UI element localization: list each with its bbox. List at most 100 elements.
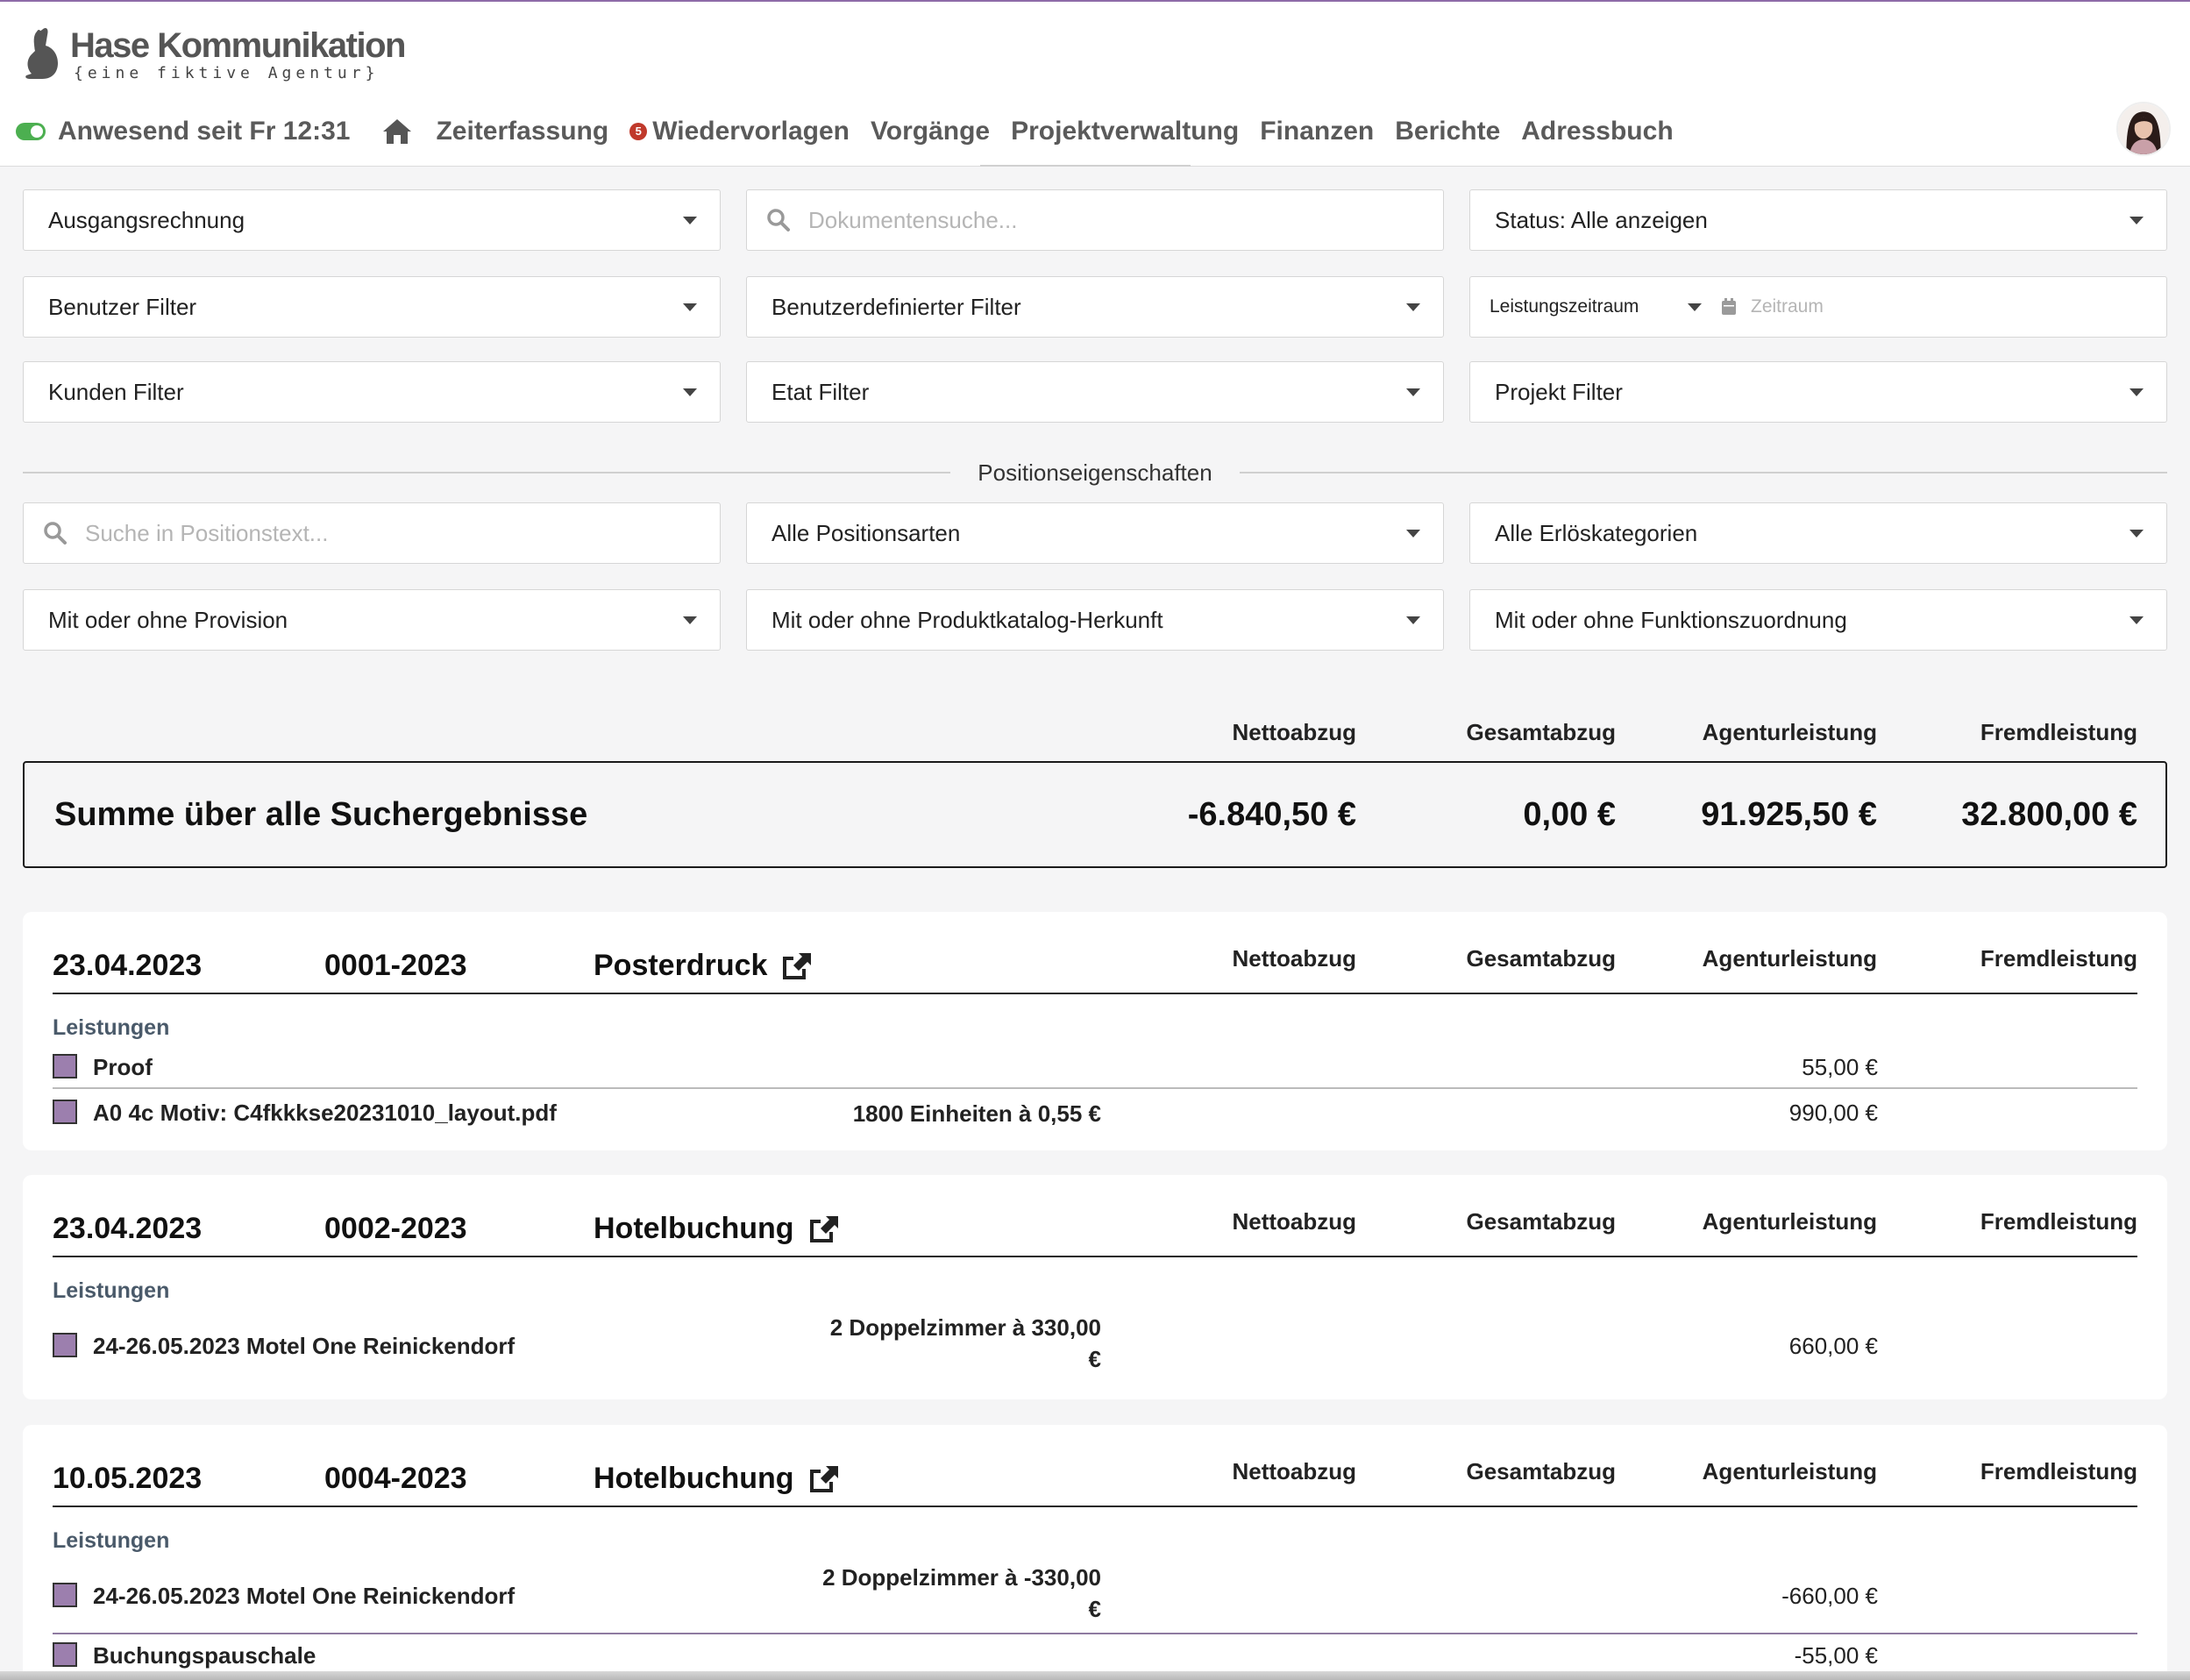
- position-agency-value: 660,00 €: [1788, 1333, 1878, 1359]
- chevron-down-icon: [1406, 388, 1420, 396]
- document-number: 0002-2023: [324, 1212, 467, 1245]
- custom-filter-value: Benutzerdefinierter Filter: [771, 293, 1021, 320]
- function-assignment-select[interactable]: Mit oder ohne Funktionszuordnung: [1469, 589, 2167, 651]
- document-title-text: Posterdruck: [594, 949, 768, 982]
- doctype-select[interactable]: Ausgangsrechnung: [23, 189, 721, 251]
- chevron-down-icon: [2130, 216, 2144, 224]
- document-search-input[interactable]: [808, 190, 1443, 250]
- col-head-fremdleistung: Fremdleistung: [1980, 719, 2137, 745]
- nav-wiedervorlagen-label: Wiedervorlagen: [652, 117, 850, 146]
- presence-toggle[interactable]: [16, 123, 46, 140]
- catalog-origin-select[interactable]: Mit oder ohne Produktkatalog-Herkunft: [746, 589, 1444, 651]
- position-quantity: 1800 Einheiten à 0,55 €: [852, 1100, 1101, 1127]
- revenue-category-value: Alle Erlöskategorien: [1495, 519, 1698, 546]
- position-text-search[interactable]: [23, 502, 721, 564]
- notification-badge: 5: [629, 123, 648, 140]
- main-nav: Anwesend seit Fr 12:31 Zeiterfassung 5 W…: [16, 110, 1695, 153]
- position-row: 24-26.05.2023 Motel One Reinickendorf 2 …: [53, 1562, 2137, 1628]
- project-filter-select[interactable]: Projekt Filter: [1469, 361, 2167, 423]
- document-search[interactable]: [746, 189, 1444, 251]
- document-title[interactable]: Hotelbuchung: [594, 1212, 840, 1246]
- revenue-category-select[interactable]: Alle Erlöskategorien: [1469, 502, 2167, 564]
- nav-zeiterfassung[interactable]: Zeiterfassung: [436, 117, 608, 146]
- nav-projektverwaltung[interactable]: Projektverwaltung: [1011, 117, 1239, 146]
- status-select[interactable]: Status: Alle anzeigen: [1469, 189, 2167, 251]
- external-link-icon[interactable]: [781, 951, 813, 981]
- chevron-down-icon: [683, 388, 697, 396]
- position-quantity-line1: 2 Doppelzimmer à -330,00: [822, 1564, 1101, 1591]
- chevron-down-icon: [2130, 529, 2144, 537]
- chevron-down-icon: [683, 216, 697, 224]
- chevron-down-icon: [683, 616, 697, 624]
- document-number: 0001-2023: [324, 949, 467, 982]
- brand-logo[interactable]: Hase Kommunikation {eine fiktive Agentur…: [23, 26, 406, 84]
- position-checkbox[interactable]: [53, 1100, 77, 1124]
- position-quantity: 2 Doppelzimmer à -330,00 €: [822, 1562, 1101, 1625]
- card-header-rule: [53, 993, 2137, 994]
- col-head-agenturleistung: Agenturleistung: [1702, 1458, 1877, 1484]
- card-header-rule: [53, 1506, 2137, 1507]
- nav-vorgaenge[interactable]: Vorgänge: [871, 117, 990, 146]
- position-checkbox[interactable]: [53, 1583, 77, 1607]
- position-agency-value: 990,00 €: [1788, 1100, 1878, 1126]
- summary-fremdleistung: 32.800,00 €: [1961, 796, 2137, 833]
- period-range-input[interactable]: [1751, 277, 2166, 337]
- customer-filter-value: Kunden Filter: [48, 378, 184, 405]
- document-number: 0004-2023: [324, 1462, 467, 1495]
- calendar-icon: [1722, 298, 1736, 315]
- position-row: Buchungspauschale -55,00 €: [53, 1641, 2137, 1676]
- search-icon: [767, 209, 790, 231]
- position-quantity-line1: 2 Doppelzimmer à 330,00: [829, 1314, 1101, 1341]
- presence-status[interactable]: Anwesend seit Fr 12:31: [58, 117, 350, 146]
- brand-name: Hase Kommunikation: [70, 26, 406, 65]
- position-quantity-line2: €: [1088, 1346, 1101, 1372]
- user-filter-select[interactable]: Benutzer Filter: [23, 276, 721, 338]
- document-title[interactable]: Posterdruck: [594, 949, 813, 983]
- commission-select[interactable]: Mit oder ohne Provision: [23, 589, 721, 651]
- summary-label: Summe über alle Suchergebnisse: [54, 796, 588, 833]
- app-header: Hase Kommunikation {eine fiktive Agentur…: [0, 2, 2190, 167]
- position-name: Buchungspauschale: [93, 1642, 316, 1669]
- nav-berichte[interactable]: Berichte: [1395, 117, 1500, 146]
- position-name: Proof: [93, 1054, 153, 1080]
- status-value: Status: Alle anzeigen: [1495, 206, 1708, 233]
- home-icon[interactable]: [381, 117, 413, 146]
- external-link-icon[interactable]: [808, 1214, 840, 1244]
- customer-filter-select[interactable]: Kunden Filter: [23, 361, 721, 423]
- position-name: A0 4c Motiv: C4fkkkse20231010_layout.pdf: [93, 1100, 557, 1126]
- position-checkbox[interactable]: [53, 1642, 77, 1667]
- position-agency-value: -660,00 €: [1781, 1583, 1878, 1609]
- document-card: 23.04.2023 0001-2023 Posterdruck Nettoab…: [23, 912, 2167, 1150]
- nav-wiedervorlagen[interactable]: 5 Wiedervorlagen: [629, 117, 850, 146]
- chevron-down-icon: [683, 303, 697, 311]
- col-head-fremdleistung: Fremdleistung: [1980, 1458, 2137, 1484]
- budget-filter-select[interactable]: Etat Filter: [746, 361, 1444, 423]
- document-card: 10.05.2023 0004-2023 Hotelbuchung Nettoa…: [23, 1425, 2167, 1680]
- nav-adressbuch[interactable]: Adressbuch: [1521, 117, 1673, 146]
- brand-tagline: {eine fiktive Agentur}: [74, 64, 380, 82]
- chevron-down-icon: [2130, 616, 2144, 624]
- viewport-bottom-edge: [0, 1671, 2190, 1680]
- avatar-portrait-icon: [2118, 103, 2169, 154]
- position-agency-value: -55,00 €: [1794, 1642, 1878, 1669]
- document-title-text: Hotelbuchung: [594, 1462, 794, 1495]
- col-head-nettoabzug: Nettoabzug: [1232, 719, 1356, 745]
- position-types-value: Alle Positionsarten: [771, 519, 961, 546]
- custom-filter-select[interactable]: Benutzerdefinierter Filter: [746, 276, 1444, 338]
- nav-finanzen[interactable]: Finanzen: [1260, 117, 1374, 146]
- project-filter-value: Projekt Filter: [1495, 378, 1623, 405]
- document-title[interactable]: Hotelbuchung: [594, 1462, 840, 1496]
- summary-agenturleistung: 91.925,50 €: [1701, 796, 1877, 833]
- external-link-icon[interactable]: [808, 1464, 840, 1494]
- summary-box: Summe über alle Suchergebnisse -6.840,50…: [23, 761, 2167, 868]
- position-checkbox[interactable]: [53, 1054, 77, 1078]
- position-row: 24-26.05.2023 Motel One Reinickendorf 2 …: [53, 1312, 2137, 1378]
- chevron-down-icon: [1406, 529, 1420, 537]
- position-text-search-input[interactable]: [85, 503, 720, 563]
- col-head-fremdleistung: Fremdleistung: [1980, 945, 2137, 972]
- position-quantity-line2: €: [1088, 1596, 1101, 1622]
- user-avatar[interactable]: [2116, 102, 2171, 156]
- position-types-select[interactable]: Alle Positionsarten: [746, 502, 1444, 564]
- position-checkbox[interactable]: [53, 1333, 77, 1357]
- period-type-select[interactable]: Leistungszeitraum: [1470, 296, 1716, 317]
